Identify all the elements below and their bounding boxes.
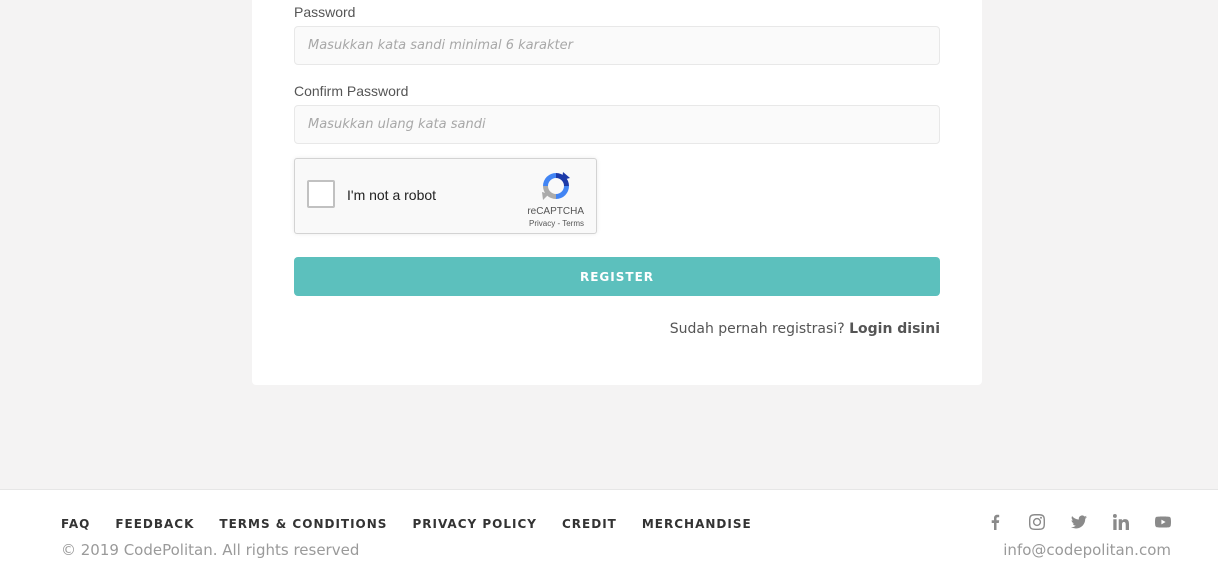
login-prompt-row: Sudah pernah registrasi? Login disini	[670, 321, 940, 337]
footer-link-terms[interactable]: TERMS & CONDITIONS	[219, 517, 387, 531]
instagram-icon[interactable]	[1028, 513, 1046, 531]
facebook-icon[interactable]	[986, 513, 1004, 531]
youtube-icon[interactable]	[1154, 513, 1172, 531]
twitter-icon[interactable]	[1070, 513, 1088, 531]
register-button[interactable]: REGISTER	[294, 257, 940, 296]
copyright-text: © 2019 CodePolitan. All rights reserved	[61, 541, 360, 559]
recaptcha-links[interactable]: Privacy - Terms	[529, 219, 584, 228]
recaptcha-brand: reCAPTCHA	[527, 206, 584, 217]
login-prompt-text: Sudah pernah registrasi?	[669, 321, 845, 337]
confirm-password-input[interactable]	[295, 106, 939, 143]
footer-link-privacy[interactable]: PRIVACY POLICY	[412, 517, 537, 531]
social-links	[986, 513, 1172, 531]
footer-link-credit[interactable]: CREDIT	[562, 517, 617, 531]
password-input[interactable]	[295, 27, 939, 64]
recaptcha-checkbox[interactable]	[307, 180, 335, 208]
footer-link-merchandise[interactable]: MERCHANDISE	[642, 517, 752, 531]
recaptcha-widget: I'm not a robot reCAPTCHA Privacy - Term…	[294, 158, 597, 234]
footer: FAQ FEEDBACK TERMS & CONDITIONS PRIVACY …	[0, 489, 1218, 578]
footer-link-faq[interactable]: FAQ	[61, 517, 90, 531]
linkedin-icon[interactable]	[1112, 513, 1130, 531]
login-link[interactable]: Login disini	[849, 321, 940, 337]
footer-nav: FAQ FEEDBACK TERMS & CONDITIONS PRIVACY …	[61, 517, 777, 531]
password-field[interactable]	[294, 26, 940, 65]
confirm-password-label: Confirm Password	[294, 83, 409, 99]
confirm-password-field[interactable]	[294, 105, 940, 144]
footer-link-feedback[interactable]: FEEDBACK	[115, 517, 194, 531]
recaptcha-text: I'm not a robot	[347, 187, 437, 203]
password-label: Password	[294, 4, 356, 20]
recaptcha-logo-icon	[542, 172, 570, 200]
contact-email[interactable]: info@codepolitan.com	[1003, 541, 1171, 559]
